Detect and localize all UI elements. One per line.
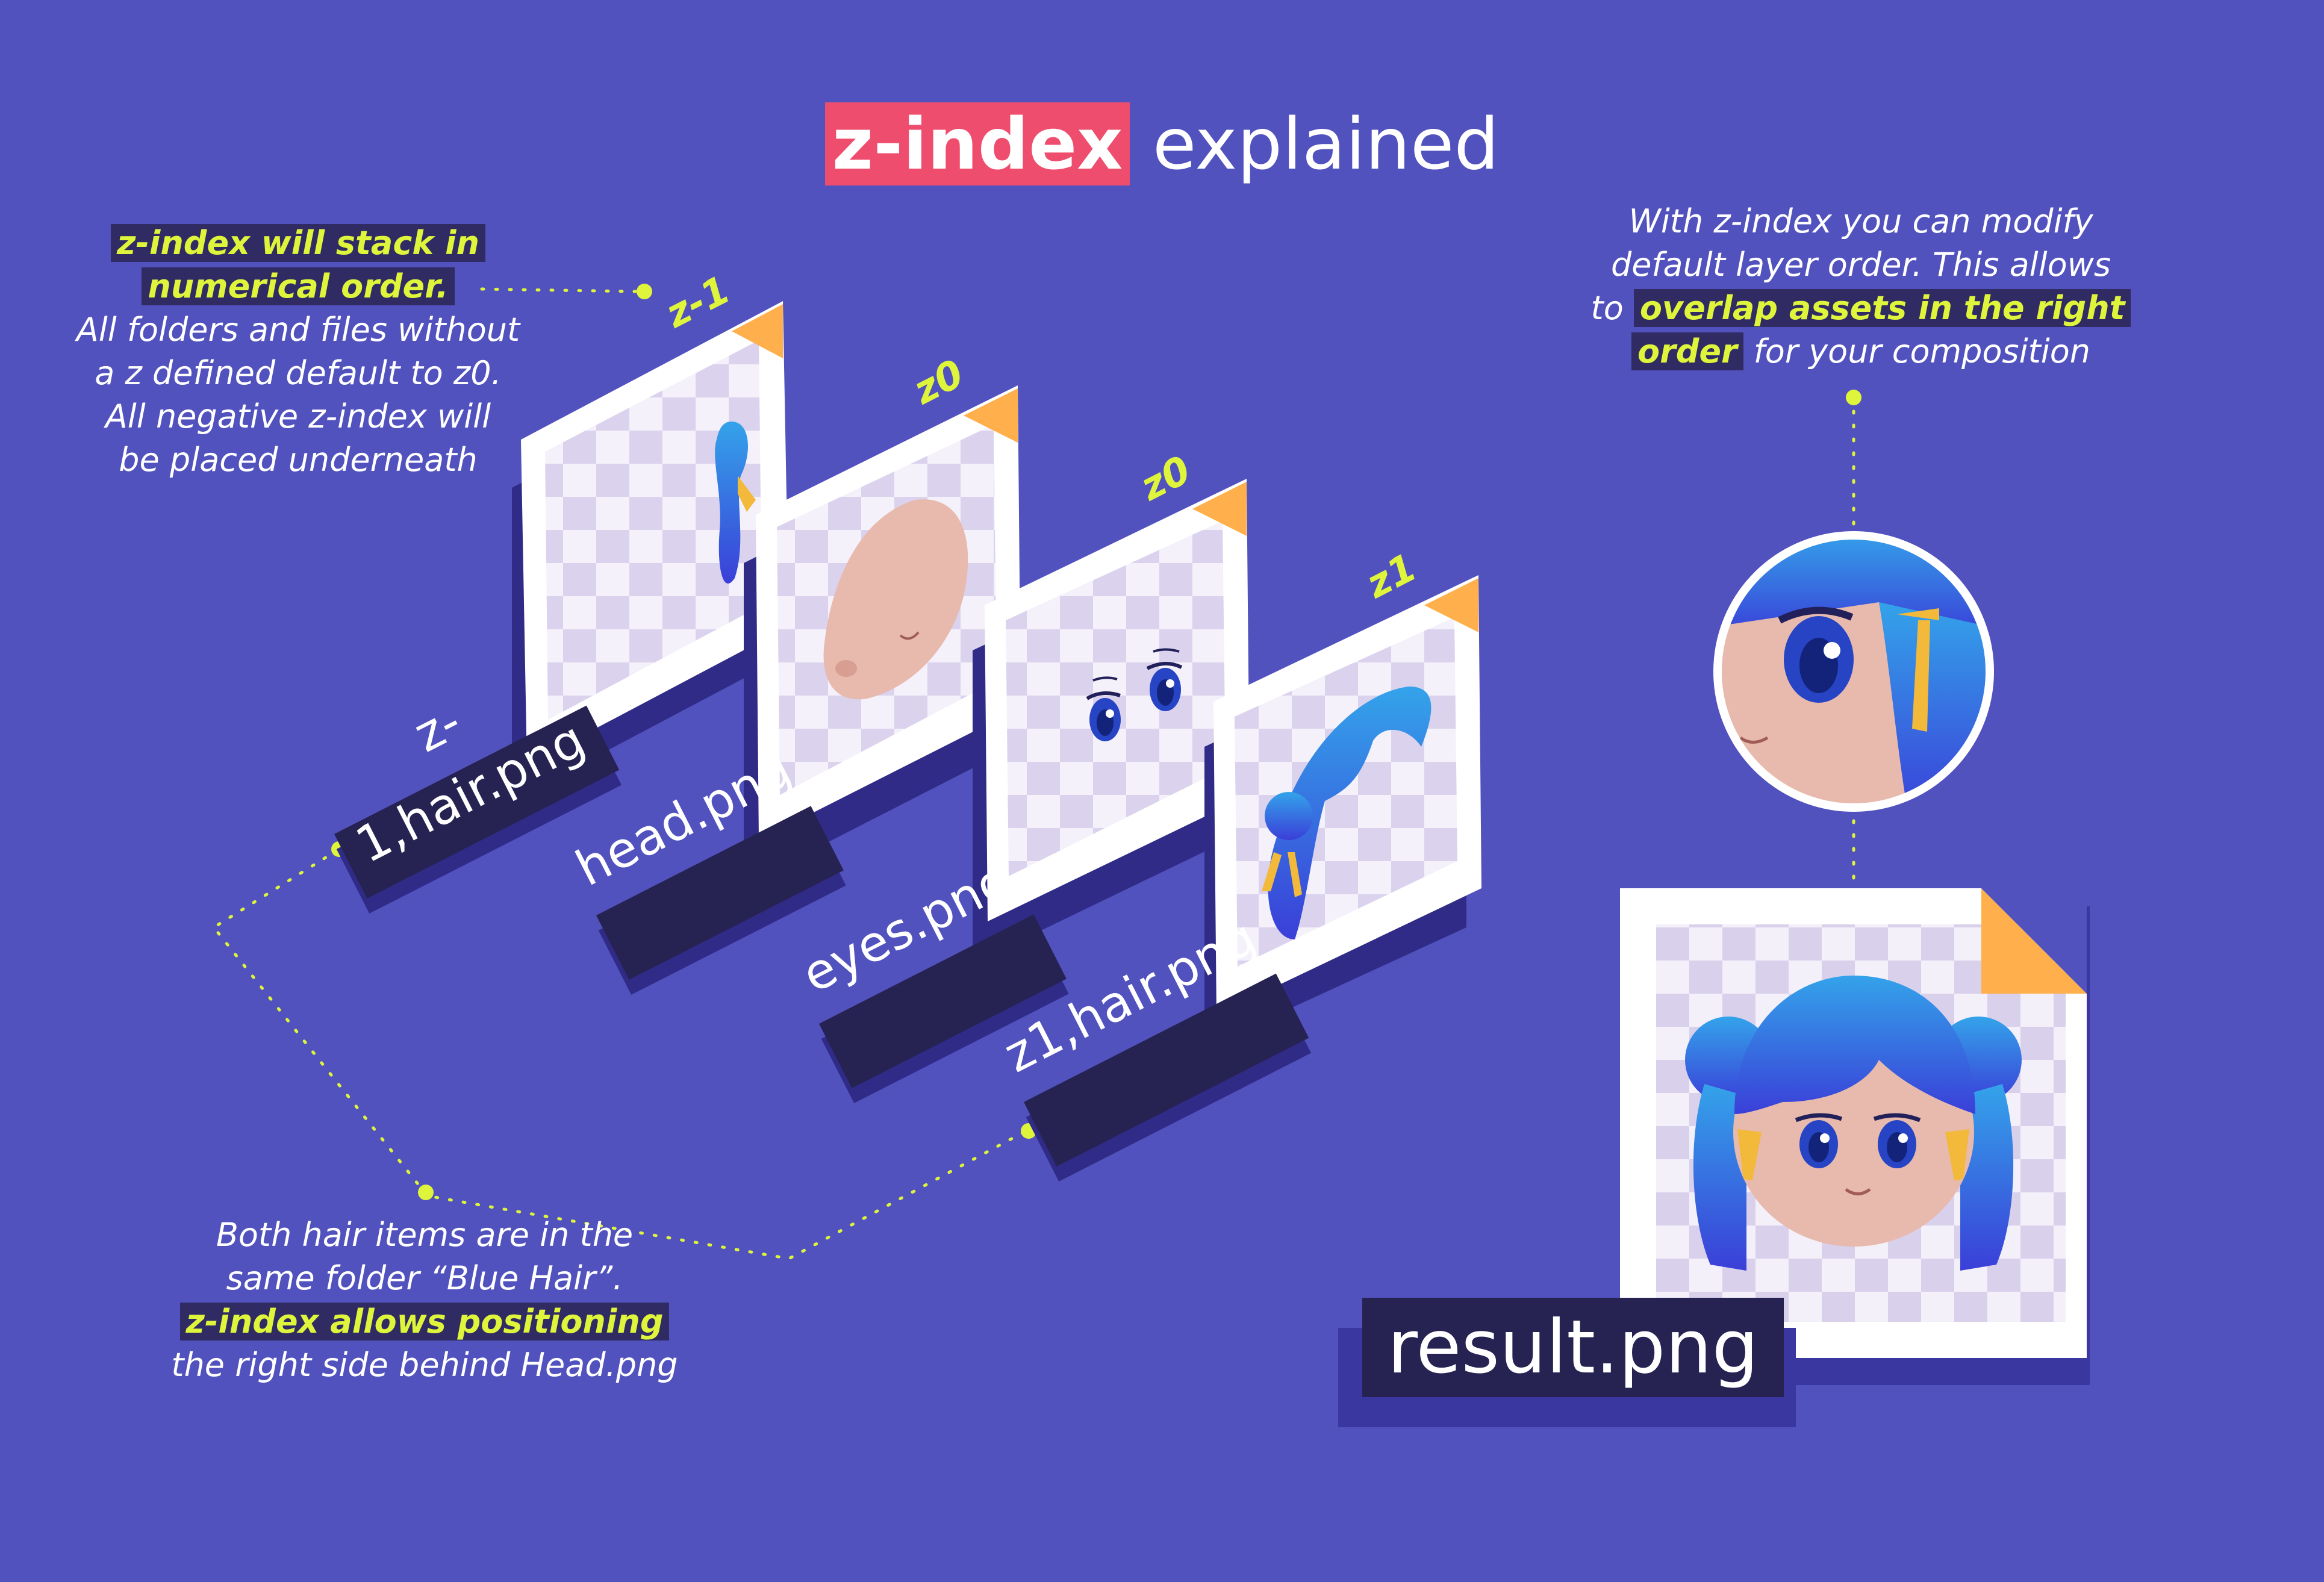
note-modify-line-4-suffix: for your composition [1743, 332, 2091, 370]
note-modify-line-3-prefix: to [1590, 289, 1634, 327]
result-character [1685, 976, 2022, 1271]
note-stack-highlight-2: numerical order. [142, 267, 455, 305]
note-stack-line-2: a z defined default to z0. [95, 354, 502, 392]
result-file-label: result.png [1362, 1298, 1784, 1397]
note-modify-line-1: With z-index you can modify [1628, 202, 2093, 240]
diagram: z-index explained z-1 z0 z0 z1 z-1,hair.… [0, 0, 2324, 1582]
note-hair-highlight: z-index allows positioning [179, 1303, 670, 1341]
note-hair-items: Both hair items are in the same folder “… [151, 1213, 699, 1387]
note-stack-line-1: All folders and files without [76, 311, 520, 349]
result-preview-circle [1713, 531, 1994, 812]
note-modify-line-3-highlight: overlap assets in the right [1633, 289, 2131, 327]
note-hair-line-2: same folder “Blue Hair”. [226, 1259, 623, 1297]
note-stack-line-4: be placed underneath [119, 441, 478, 479]
note-modify-order: With z-index you can modify default laye… [1566, 200, 2156, 373]
note-stack-order: z-index will stack in numerical order. A… [54, 222, 542, 482]
note-stack-highlight-1: z-index will stack in [111, 224, 485, 262]
note-stack-line-3: All negative z-index will [105, 397, 491, 435]
note-hair-last: the right side behind Head.png [171, 1346, 678, 1384]
note-hair-line-1: Both hair items are in the [216, 1216, 634, 1254]
note-modify-line-4-highlight: order [1631, 332, 1743, 370]
note-modify-line-2: default layer order. This allows [1610, 246, 2111, 284]
